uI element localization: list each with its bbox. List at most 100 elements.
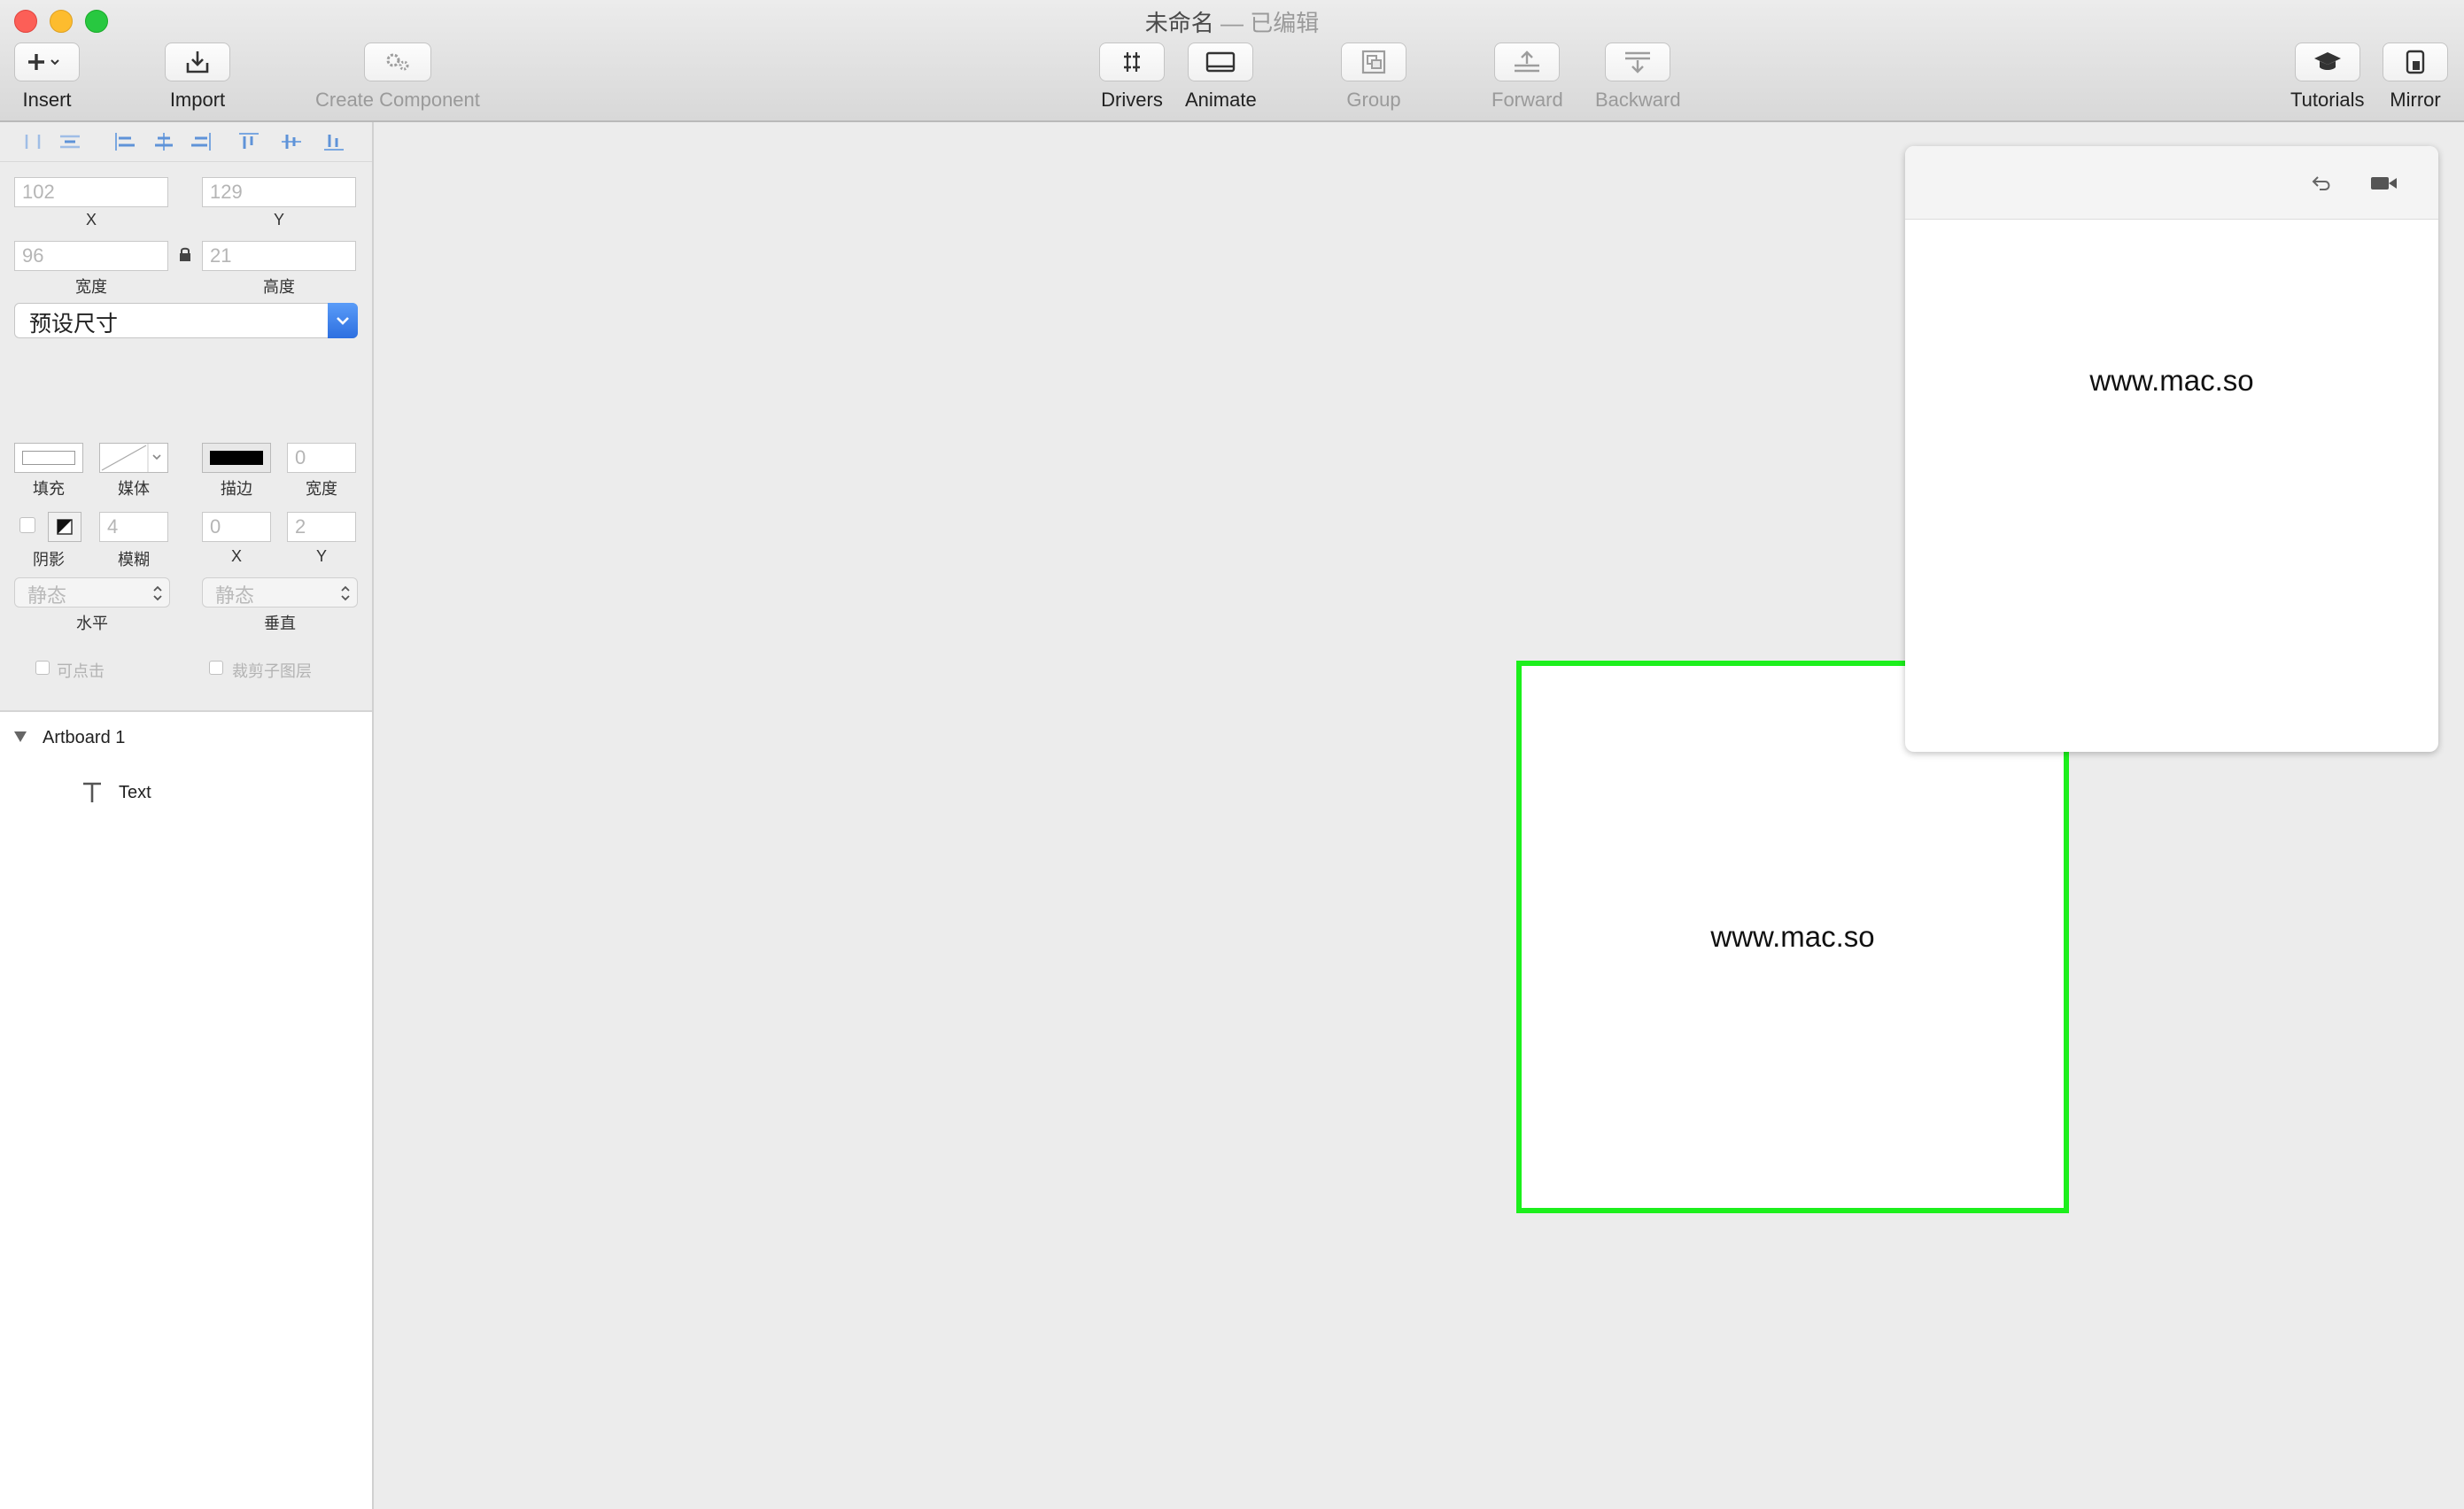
layer-item-text[interactable]: Text — [0, 772, 372, 811]
import-icon — [186, 51, 209, 74]
preset-size-dropdown[interactable]: 预设尺寸 — [14, 303, 358, 338]
y-position-field[interactable]: 129 — [202, 177, 356, 207]
stroke-width-field[interactable]: 0 — [287, 443, 356, 473]
media-label: 媒体 — [118, 480, 150, 498]
tutorials-button[interactable] — [2294, 43, 2360, 81]
layer-label-artboard: Artboard 1 — [43, 728, 126, 747]
layer-label-text: Text — [119, 783, 151, 802]
text-layer-icon — [83, 782, 101, 802]
graduation-cap-icon — [2313, 52, 2341, 70]
insert-button[interactable] — [14, 43, 80, 81]
preview-window[interactable]: www.mac.so — [1905, 146, 2438, 752]
vertical-label: 垂直 — [264, 615, 296, 632]
clickable-label: 可点击 — [57, 662, 105, 680]
media-empty-icon — [101, 444, 161, 472]
blur-field[interactable]: 4 — [99, 512, 168, 542]
forward-button[interactable] — [1494, 43, 1561, 81]
clip-children-checkbox[interactable] — [209, 661, 223, 675]
disclosure-triangle-icon[interactable] — [12, 730, 28, 744]
height-field[interactable]: 21 — [202, 241, 356, 271]
video-record-icon[interactable] — [2369, 173, 2399, 194]
send-backward-icon — [1625, 51, 1651, 74]
stroke-color-well[interactable] — [202, 443, 271, 473]
fill-swatch — [22, 451, 75, 465]
x-label: X — [85, 211, 97, 228]
backward-button[interactable] — [1605, 43, 1671, 81]
backward-tool[interactable]: Backward — [1595, 43, 1681, 112]
horizontal-constraint-select[interactable]: 静态 — [14, 577, 170, 607]
stroke-swatch — [210, 451, 263, 465]
y-label: Y — [273, 211, 284, 228]
align-top-icon[interactable] — [236, 129, 262, 154]
width-label: 宽度 — [75, 278, 107, 296]
group-icon — [1361, 50, 1386, 74]
shadow-label: 阴影 — [33, 551, 65, 569]
animate-label: Animate — [1185, 89, 1257, 111]
horizontal-label: 水平 — [76, 615, 108, 632]
align-left-icon[interactable] — [112, 129, 138, 154]
align-center-horizontal-icon[interactable] — [151, 129, 177, 154]
vertical-constraint-value: 静态 — [215, 584, 255, 607]
shadow-checkbox[interactable] — [19, 517, 35, 533]
preset-size-value: 预设尺寸 — [29, 312, 119, 337]
import-button[interactable] — [165, 43, 230, 81]
insert-tool[interactable]: Insert — [14, 43, 80, 112]
import-tool[interactable]: Import — [165, 43, 230, 112]
shadow-y-label: Y — [315, 547, 327, 565]
tutorials-tool[interactable]: Tutorials — [2290, 43, 2365, 112]
inspector-panel: 102 X 129 Y 96 宽度 21 高度 预设尺寸 填充 媒体 描边 0 … — [0, 122, 372, 712]
alignment-toolbar — [0, 122, 372, 162]
layer-item-artboard[interactable]: Artboard 1 — [0, 717, 372, 756]
left-sidebar: 102 X 129 Y 96 宽度 21 高度 预设尺寸 填充 媒体 描边 0 … — [0, 122, 374, 1509]
group-tool[interactable]: Group — [1341, 43, 1406, 112]
media-well[interactable] — [99, 443, 168, 473]
lock-icon[interactable] — [178, 246, 192, 264]
preview-toolbar — [1905, 146, 2438, 220]
stroke-label: 描边 — [221, 480, 252, 498]
document-title: 未命名 — [1144, 10, 1214, 36]
stroke-width-label: 宽度 — [306, 480, 337, 498]
create-component-button[interactable] — [363, 43, 431, 81]
window-title: 未命名 — 已编辑 — [0, 5, 2464, 38]
animate-tool[interactable]: Animate — [1185, 43, 1257, 112]
x-position-field[interactable]: 102 — [14, 177, 168, 207]
drivers-label: Drivers — [1101, 89, 1163, 111]
vertical-constraint-select[interactable]: 静态 — [202, 577, 358, 607]
group-button[interactable] — [1341, 43, 1406, 81]
drivers-tool[interactable]: Drivers — [1099, 43, 1165, 112]
mirror-button[interactable] — [2383, 43, 2448, 81]
stepper-arrows-icon — [153, 585, 162, 601]
shadow-x-label: X — [230, 547, 242, 565]
animate-icon — [1206, 51, 1236, 73]
align-right-icon[interactable] — [188, 129, 214, 154]
forward-tool[interactable]: Forward — [1492, 43, 1563, 112]
shadow-color-well[interactable] — [48, 512, 81, 542]
shadow-x-field[interactable]: 0 — [202, 512, 271, 542]
drivers-button[interactable] — [1099, 43, 1165, 81]
plus-chevron-icon — [28, 54, 59, 70]
mirror-tool[interactable]: Mirror — [2383, 43, 2448, 112]
clickable-checkbox[interactable] — [35, 661, 50, 675]
drivers-icon — [1124, 52, 1140, 72]
distribute-vertical-icon[interactable] — [57, 129, 83, 154]
height-label: 高度 — [263, 278, 295, 296]
backward-label: Backward — [1595, 89, 1681, 111]
align-middle-vertical-icon[interactable] — [278, 129, 305, 154]
shadow-y-field[interactable]: 2 — [287, 512, 356, 542]
blur-label: 模糊 — [118, 551, 150, 569]
fill-color-well[interactable] — [14, 443, 83, 473]
distribute-horizontal-icon[interactable] — [19, 129, 46, 154]
mirror-label: Mirror — [2390, 89, 2441, 111]
undo-icon[interactable] — [2309, 173, 2336, 194]
align-bottom-icon[interactable] — [321, 129, 347, 154]
app-window: 未命名 — 已编辑 Insert Import Create Component… — [0, 0, 2464, 1509]
dropdown-arrow[interactable] — [328, 303, 358, 338]
gears-icon — [386, 53, 409, 71]
edited-status: — 已编辑 — [1220, 10, 1320, 36]
fill-label: 填充 — [33, 480, 65, 498]
import-label: Import — [169, 89, 226, 111]
clip-children-label: 裁剪子图层 — [232, 662, 312, 680]
width-field[interactable]: 96 — [14, 241, 168, 271]
animate-button[interactable] — [1188, 43, 1254, 81]
create-component-tool[interactable]: Create Component — [315, 43, 480, 112]
